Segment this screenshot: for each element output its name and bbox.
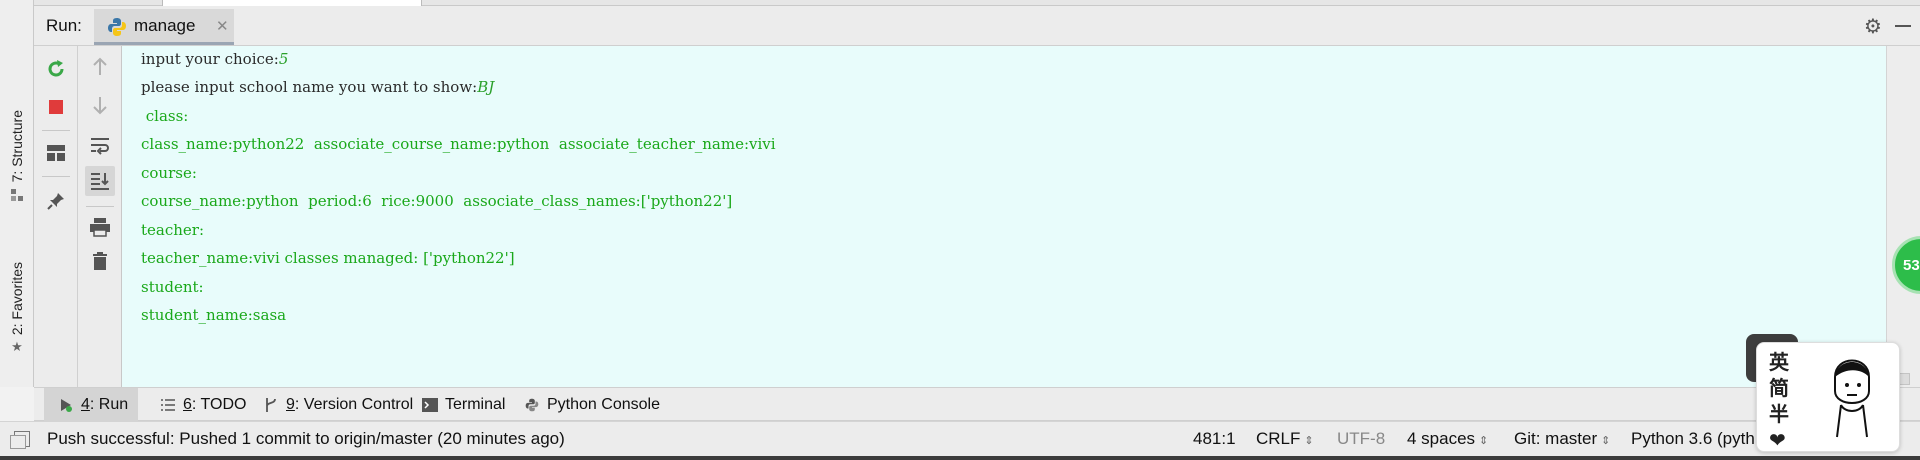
console-line: please input school name you want to sho… xyxy=(141,78,494,96)
minimize-icon[interactable] xyxy=(1892,15,1914,37)
console-line: class_name:python22 associate_course_nam… xyxy=(141,135,776,153)
tab-python-console[interactable]: Python Console xyxy=(510,388,670,421)
toolbar-separator xyxy=(42,130,70,131)
python-icon xyxy=(108,18,126,36)
todo-icon xyxy=(160,397,176,413)
tab-run-label: : Run xyxy=(89,395,129,413)
terminal-icon xyxy=(422,397,438,413)
prompt-text: input your choice: xyxy=(141,50,279,68)
clear-button[interactable] xyxy=(85,246,115,276)
up-button[interactable] xyxy=(85,52,115,82)
caret-position[interactable]: 481:1 xyxy=(1193,429,1236,449)
console-line: student: xyxy=(141,278,204,296)
tab-todo-label: : TODO xyxy=(191,395,247,413)
star-icon: ★ xyxy=(11,340,23,356)
chevron-updown-icon: ⇕ xyxy=(1601,435,1611,447)
structure-icon xyxy=(10,188,24,202)
favorites-tab-label: 2: Favorites xyxy=(9,262,25,336)
user-input-text: BJ xyxy=(477,78,495,96)
user-input-text: 5 xyxy=(278,50,289,68)
run-tab-name: manage xyxy=(134,16,196,35)
window-bottom-edge xyxy=(0,456,1920,460)
tool-window-bar: 4: Run 6: TODO 9: Version Control Termin… xyxy=(34,387,1920,421)
encoding-widget[interactable]: UTF-8 xyxy=(1337,429,1385,449)
chevron-updown-icon: ⇕ xyxy=(1304,435,1314,447)
scroll-to-end-button[interactable] xyxy=(85,166,115,196)
console-scrollbar[interactable] xyxy=(1886,46,1920,387)
cartoon-face-icon xyxy=(1834,359,1870,438)
chevron-updown-icon: ⇕ xyxy=(1479,435,1489,447)
event-log-icon[interactable] xyxy=(10,431,30,449)
console-line: student_name:sasa xyxy=(141,306,287,324)
console-line: course: xyxy=(141,164,197,182)
indent-label: 4 spaces xyxy=(1407,429,1476,448)
git-branch-label: Git: master xyxy=(1514,429,1598,448)
console-output[interactable]: input your choice:5 please input school … xyxy=(122,46,1886,387)
soft-wrap-icon xyxy=(91,138,109,155)
close-icon[interactable]: ✕ xyxy=(216,17,229,35)
console-line: class: xyxy=(141,107,189,125)
favorites-tab[interactable]: 2: Favorites ★ xyxy=(4,262,30,355)
sticker-overlay: 英 简 半 ❤ xyxy=(1756,342,1900,452)
print-icon xyxy=(90,218,110,237)
structure-tab-label: 7: Structure xyxy=(9,110,25,183)
run-toolbar-primary xyxy=(34,46,78,387)
status-message[interactable]: Push successful: Pushed 1 commit to orig… xyxy=(47,429,565,449)
status-bar: Push successful: Pushed 1 commit to orig… xyxy=(0,421,1920,456)
line-separator-label: CRLF xyxy=(1256,429,1301,448)
indent-widget[interactable]: 4 spaces ⇕ xyxy=(1407,429,1488,449)
console-line: teacher: xyxy=(141,221,205,239)
tab-terminal[interactable]: Terminal xyxy=(408,388,515,421)
left-tool-strip: 7: Structure 2: Favorites ★ xyxy=(0,0,34,387)
layout-icon xyxy=(47,145,65,161)
console-line: input your choice:5 xyxy=(141,50,288,68)
stop-icon xyxy=(49,100,63,114)
ide-window: 7: Structure 2: Favorites ★ Run: manage … xyxy=(0,0,1920,460)
stop-button[interactable] xyxy=(41,92,71,122)
pin-button[interactable] xyxy=(41,186,71,216)
tab-todo-number: 6 xyxy=(183,395,192,413)
tab-vcs-label: : Version Control xyxy=(294,395,414,413)
run-config-tab[interactable]: manage ✕ xyxy=(94,9,234,45)
print-button[interactable] xyxy=(85,212,115,242)
vcs-icon xyxy=(263,397,279,413)
toolbar-separator xyxy=(86,206,114,207)
python-console-icon xyxy=(524,397,540,413)
tab-terminal-label: Terminal xyxy=(445,395,506,413)
interpreter-widget[interactable]: Python 3.6 (pyth xyxy=(1631,429,1755,449)
layout-button[interactable] xyxy=(41,138,71,168)
run-icon xyxy=(58,397,74,413)
sticker-text: 英 简 半 ❤ xyxy=(1769,350,1789,452)
up-arrow-icon xyxy=(93,57,107,75)
tab-python-console-label: Python Console xyxy=(547,395,660,413)
tab-todo[interactable]: 6: TODO xyxy=(146,388,256,421)
console-line: course_name:python period:6 rice:9000 as… xyxy=(141,192,733,210)
run-panel-header: Run: manage ✕ ⚙ xyxy=(34,6,1920,46)
scroll-to-end-icon xyxy=(91,173,109,190)
tab-run-number: 4 xyxy=(81,395,90,413)
soft-wrap-button[interactable] xyxy=(85,130,115,160)
pin-icon xyxy=(47,193,64,210)
line-separator-widget[interactable]: CRLF ⇕ xyxy=(1256,429,1314,449)
git-branch-widget[interactable]: Git: master ⇕ xyxy=(1514,429,1610,449)
tab-run[interactable]: 4: Run xyxy=(44,388,139,421)
run-toolbar-secondary xyxy=(78,46,122,387)
prompt-text: please input school name you want to sho… xyxy=(141,78,478,96)
rerun-button[interactable] xyxy=(41,54,71,84)
down-button[interactable] xyxy=(85,90,115,120)
down-arrow-icon xyxy=(93,97,107,115)
tab-vcs-number: 9 xyxy=(286,395,295,413)
run-label: Run: xyxy=(46,16,82,35)
structure-tab[interactable]: 7: Structure xyxy=(4,110,30,202)
gear-icon[interactable]: ⚙ xyxy=(1862,15,1884,37)
tab-version-control[interactable]: 9: Version Control xyxy=(249,388,423,421)
rerun-icon xyxy=(48,60,64,77)
trash-icon xyxy=(93,252,107,270)
console-line: teacher_name:vivi classes managed: ['pyt… xyxy=(141,249,515,267)
toolbar-separator xyxy=(42,176,70,177)
